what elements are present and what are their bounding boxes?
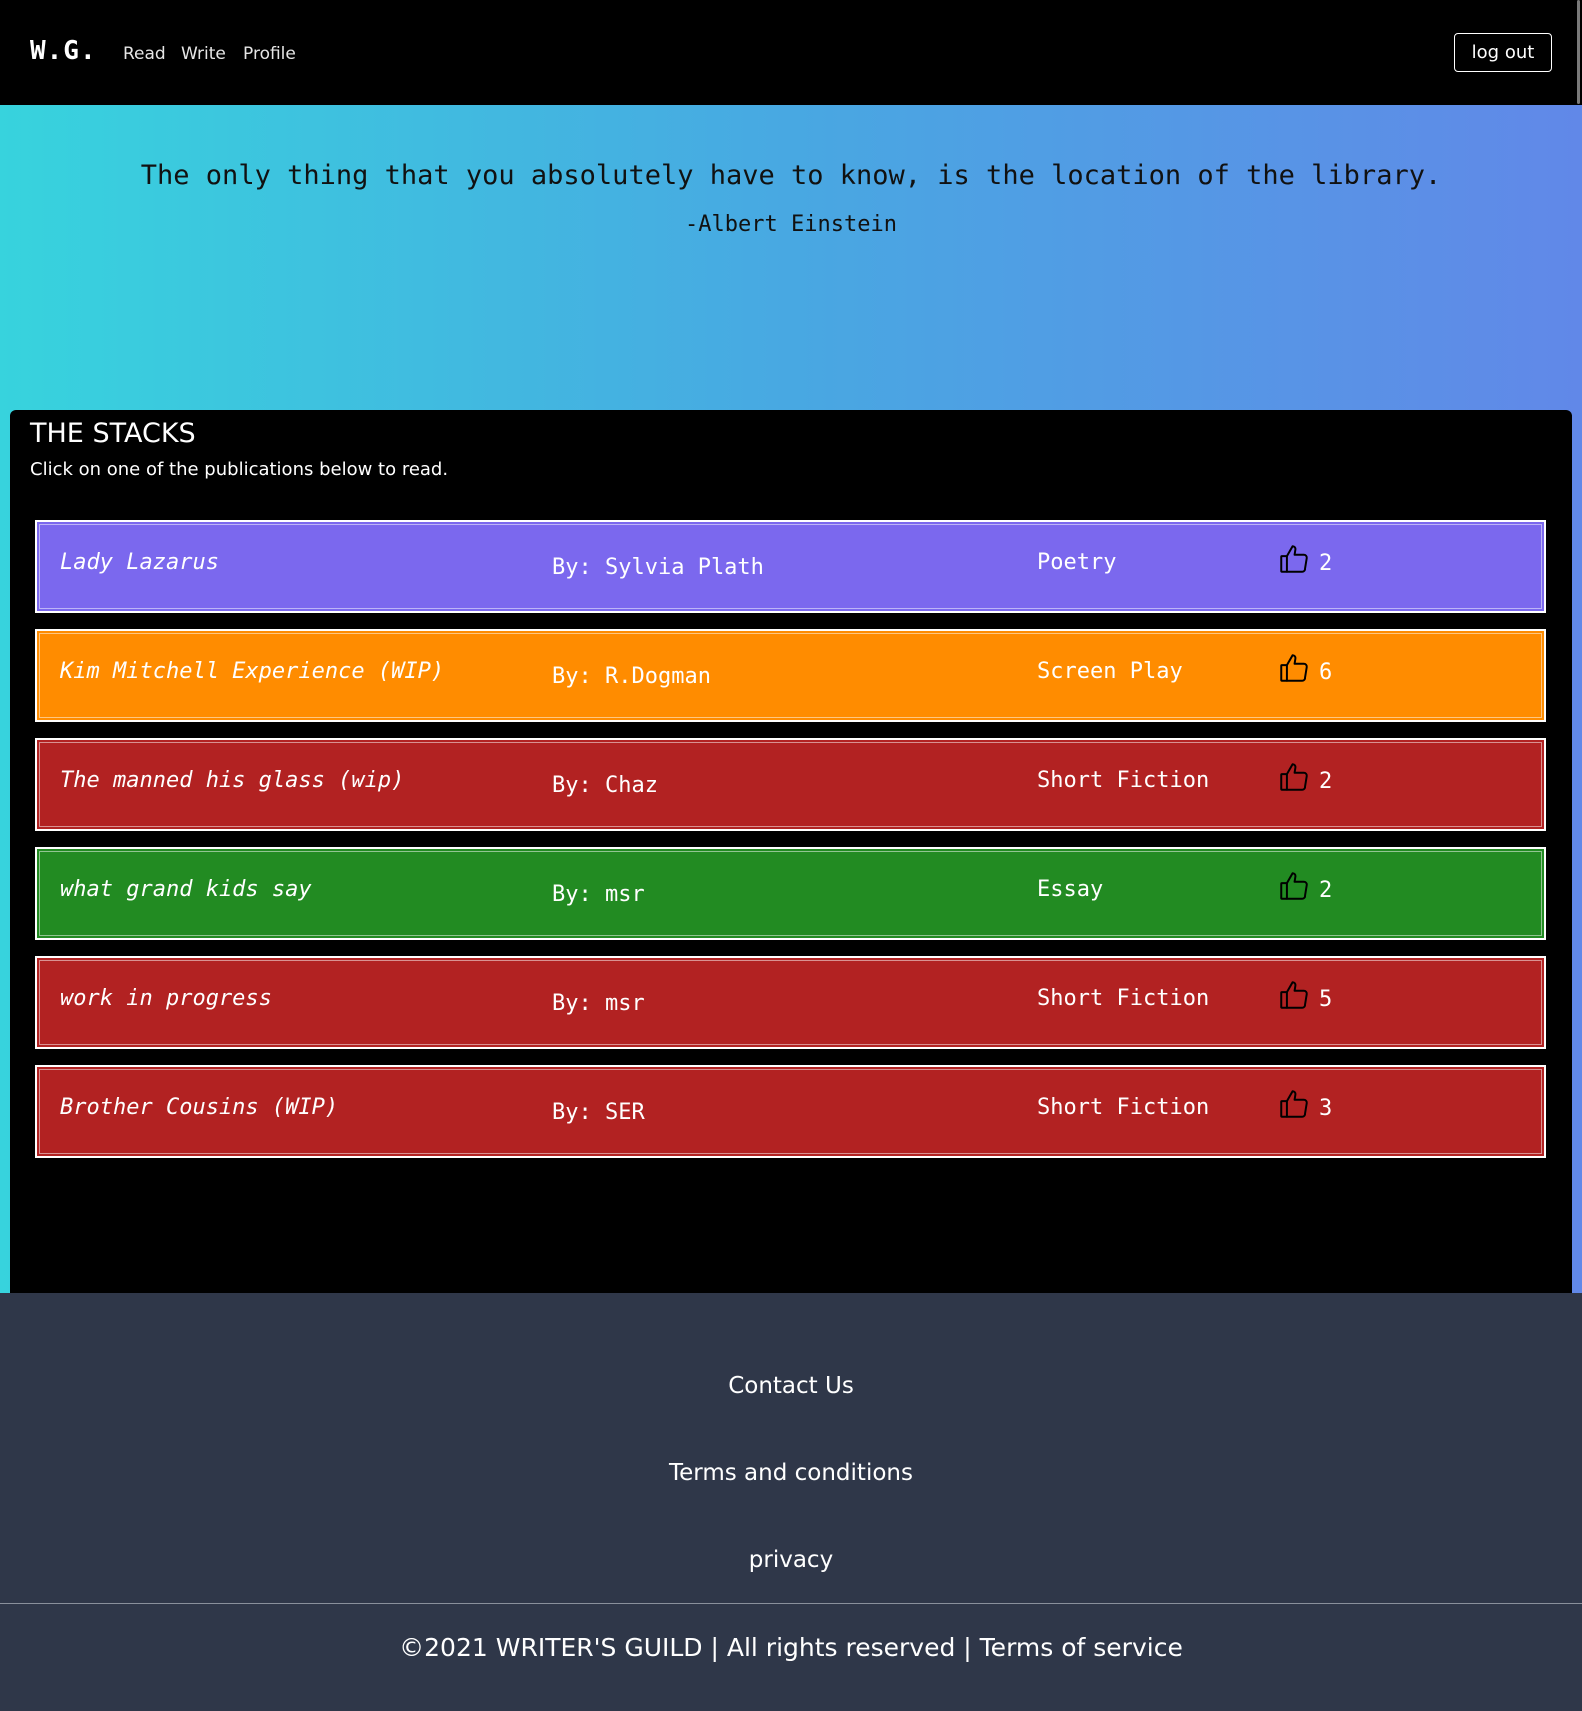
copyright-text: ©2021 WRITER'S GUILD | All rights reserv… [399, 1633, 1183, 1662]
publication-title[interactable]: Brother Cousins (WIP) [60, 1095, 338, 1120]
publication-like-count: 5 [1319, 987, 1333, 1012]
footer-link-privacy: privacy [0, 1547, 1582, 1573]
stacks-title: THE STACKS [30, 418, 196, 449]
publication-row[interactable]: what grand kids say By: msr Essay 2 [35, 847, 1546, 940]
publication-like-count: 3 [1319, 1096, 1333, 1121]
nav-link-read[interactable]: Read [123, 44, 166, 64]
footer: Contact Us Terms and conditions privacy … [0, 1293, 1582, 1711]
thumbs-up-icon[interactable] [1277, 651, 1311, 685]
footer-link-terms: Terms and conditions [0, 1460, 1582, 1486]
brand-logo[interactable]: W.G. [30, 36, 97, 66]
publication-row[interactable]: Brother Cousins (WIP) By: SER Short Fictio… [35, 1065, 1546, 1158]
publication-genre: Poetry [1037, 550, 1117, 575]
publication-title[interactable]: work in progress [60, 986, 272, 1011]
nav-link-write[interactable]: Write [181, 44, 226, 64]
publication-row[interactable]: work in progress By: msr Short Fiction 5 [35, 956, 1546, 1049]
hero-quote: The only thing that you absolutely have … [140, 160, 1442, 191]
publication-like-count: 6 [1319, 660, 1333, 685]
publication-row-border [39, 524, 1542, 609]
publication-author: By: SER [552, 1100, 645, 1125]
publication-title[interactable]: The manned his glass (wip) [60, 768, 404, 793]
publication-title[interactable]: what grand kids say [60, 877, 312, 902]
publication-row[interactable]: The manned his glass (wip) By: Chaz Short … [35, 738, 1546, 831]
thumbs-up-icon[interactable] [1277, 869, 1311, 903]
publication-row[interactable]: Lady Lazarus By: Sylvia Plath Poetry 2 [35, 520, 1546, 613]
terms-and-conditions-link[interactable]: Terms and conditions [669, 1460, 913, 1486]
publication-like-count: 2 [1319, 551, 1333, 576]
contact-us-link[interactable]: Contact Us [728, 1373, 854, 1399]
thumbs-up-icon[interactable] [1277, 542, 1311, 576]
thumbs-up-icon[interactable] [1277, 1087, 1311, 1121]
thumbs-up-icon[interactable] [1277, 978, 1311, 1012]
publication-author: By: Chaz [552, 773, 658, 798]
publication-genre: Screen Play [1037, 659, 1183, 684]
stacks-panel: THE STACKS Click on one of the publicati… [10, 410, 1572, 1347]
stacks-subtitle: Click on one of the publications below t… [30, 459, 449, 480]
publication-title[interactable]: Lady Lazarus [60, 550, 219, 575]
publication-genre: Essay [1037, 877, 1104, 902]
hero-quote-author: -Albert Einstein [685, 212, 897, 237]
scrollbar[interactable] [1577, 0, 1580, 104]
footer-link-contact: Contact Us [0, 1373, 1582, 1399]
publication-genre: Short Fiction [1037, 986, 1210, 1011]
publication-author: By: Sylvia Plath [552, 555, 764, 580]
publication-row[interactable]: Kim Mitchell Experience (WIP) By: R.Dogma… [35, 629, 1546, 722]
privacy-link[interactable]: privacy [749, 1547, 833, 1573]
logout-button[interactable]: log out [1454, 33, 1552, 72]
thumbs-up-icon[interactable] [1277, 760, 1311, 794]
publication-like-count: 2 [1319, 878, 1333, 903]
top-navbar: W.G. Read Write Profile log out [0, 0, 1582, 105]
hero-section: The only thing that you absolutely have … [0, 105, 1582, 1347]
publication-genre: Short Fiction [1037, 768, 1210, 793]
footer-divider [0, 1603, 1582, 1604]
publication-title[interactable]: Kim Mitchell Experience (WIP) [60, 659, 444, 684]
publication-like-count: 2 [1319, 769, 1333, 794]
publication-author: By: msr [552, 991, 645, 1016]
publication-author: By: R.Dogman [552, 664, 711, 689]
publication-genre: Short Fiction [1037, 1095, 1210, 1120]
publication-author: By: msr [552, 882, 645, 907]
nav-link-profile[interactable]: Profile [243, 44, 296, 64]
